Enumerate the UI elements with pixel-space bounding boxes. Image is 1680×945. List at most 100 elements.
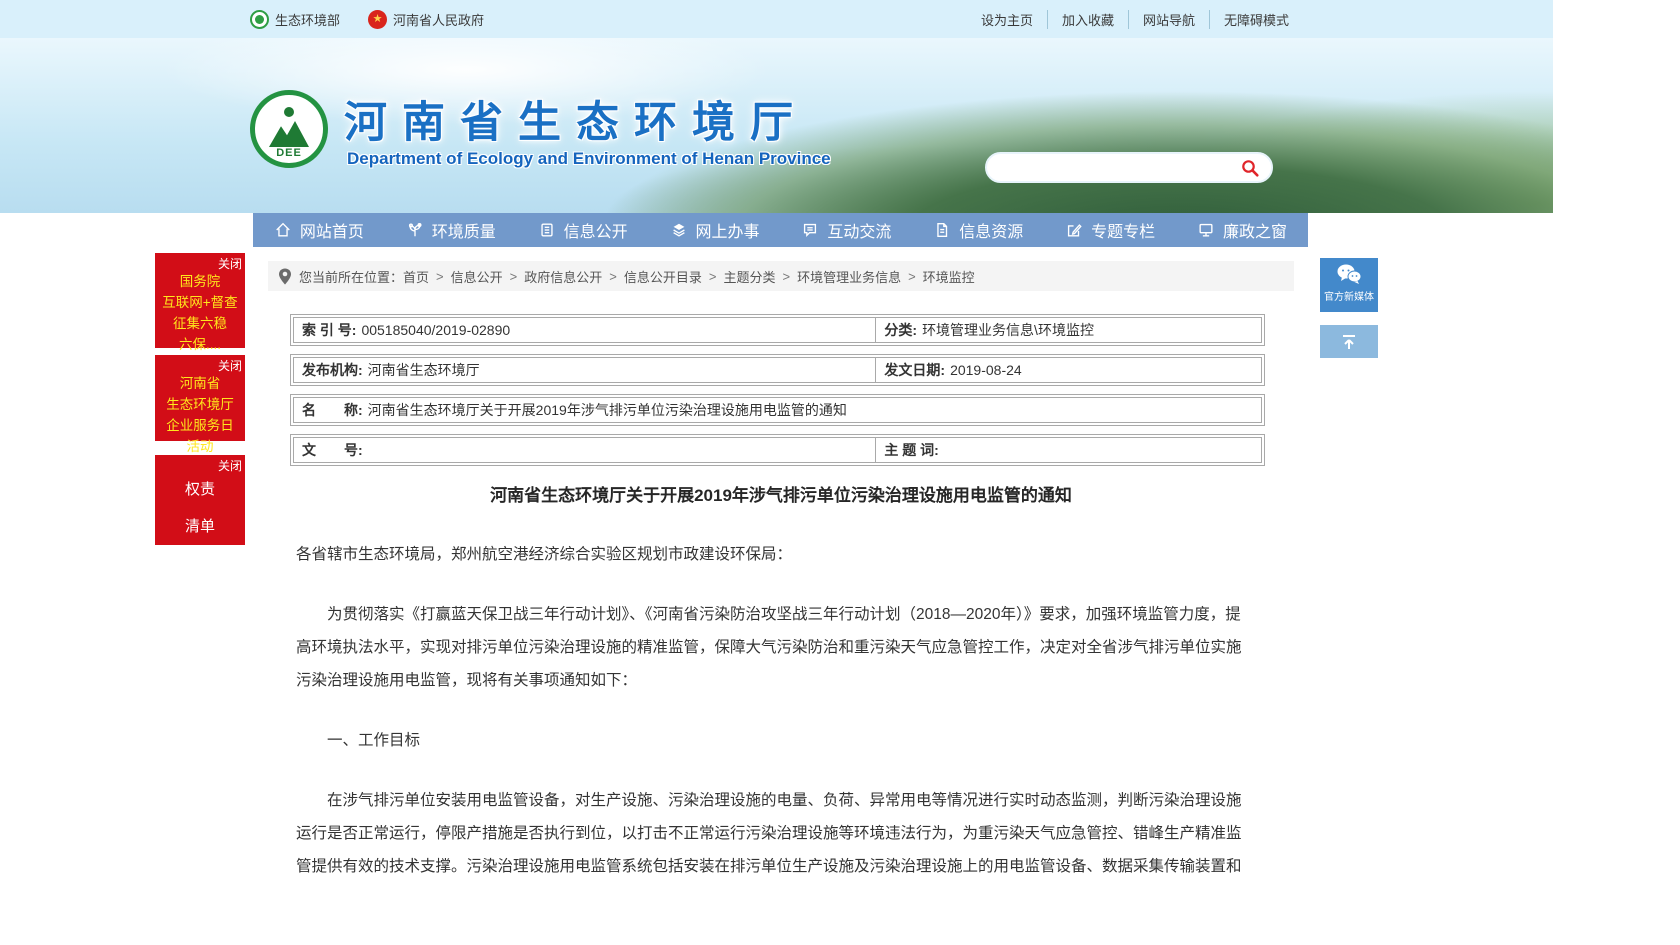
promo-line: 生态环境厅 — [155, 394, 245, 415]
meta-label: 发文日期: — [884, 360, 945, 380]
search-input[interactable] — [1001, 160, 1237, 176]
site-subtitle: Department of Ecology and Environment of… — [347, 149, 831, 169]
nav-item-env-quality[interactable]: 环境质量 — [385, 213, 517, 247]
promo-line: 互联网+督查 — [155, 292, 245, 313]
breadcrumb-item-home[interactable]: 首页 — [403, 267, 429, 286]
topbar-link-henan-gov[interactable]: 河南省人民政府 — [368, 10, 484, 29]
breadcrumb-item-catalog[interactable]: 信息公开目录 — [624, 267, 702, 286]
promo-box-service-day[interactable]: 关闭 河南省 生态环境厅 企业服务日 活动 — [155, 355, 245, 441]
set-homepage-link[interactable]: 设为主页 — [967, 10, 1048, 29]
site-title: 河南省生态环境厅 — [344, 88, 808, 150]
nav-item-integrity[interactable]: 廉政之窗 — [1176, 213, 1308, 247]
close-button[interactable]: 关闭 — [218, 255, 242, 272]
table-row: 名 称: 河南省生态环境厅关于开展2019年涉气排污单位污染治理设施用电监管的通… — [290, 394, 1265, 426]
nav-item-label: 互动交流 — [827, 218, 891, 242]
add-favorite-link[interactable]: 加入收藏 — [1048, 10, 1129, 29]
promo-line: 六保.... — [155, 334, 245, 355]
article-section-heading: 一、工作目标 — [296, 724, 1254, 757]
location-pin-icon — [278, 268, 292, 285]
page: 生态环境部 河南省人民政府 设为主页 加入收藏 网站导航 无障碍模式 DEE 河… — [0, 0, 1553, 945]
meta-issue-date: 发文日期: 2019-08-24 — [875, 358, 1261, 382]
promo-box-responsibility-list[interactable]: 关闭 权责 清单 — [155, 455, 245, 545]
topbar-link-label: 河南省人民政府 — [393, 10, 484, 29]
document-icon — [933, 221, 951, 239]
breadcrumb-separator: > — [609, 269, 617, 284]
site-map-link[interactable]: 网站导航 — [1129, 10, 1210, 29]
nav-item-label: 网上办事 — [696, 218, 760, 242]
article-body: 各省辖市生态环境局，郑州航空港经济综合实验区规划市政建设环保局： 为贯彻落实《打… — [296, 538, 1254, 885]
dee-logo-icon: DEE — [250, 90, 328, 168]
meta-document-name: 名 称: 河南省生态环境厅关于开展2019年涉气排污单位污染治理设施用电监管的通… — [294, 398, 1261, 422]
breadcrumb-separator: > — [709, 269, 717, 284]
topbar-right-links: 设为主页 加入收藏 网站导航 无障碍模式 — [967, 0, 1303, 38]
official-media-widget[interactable]: 官方新媒体 — [1320, 258, 1378, 312]
logo-figure — [284, 107, 294, 117]
meta-label: 索 引 号: — [302, 320, 356, 340]
article-paragraph: 在涉气排污单位安装用电监管设备，对生产设施、污染治理设施的电量、负荷、异常用电等… — [296, 784, 1254, 885]
site-banner: DEE 河南省生态环境厅 Department of Ecology and E… — [0, 38, 1553, 213]
topbar-link-mee[interactable]: 生态环境部 — [250, 10, 340, 29]
main-nav: 网站首页 环境质量 信息公开 网上办事 互动交流 — [253, 213, 1308, 247]
nav-item-home[interactable]: 网站首页 — [253, 213, 385, 247]
nav-item-special-topics[interactable]: 专题专栏 — [1044, 213, 1176, 247]
table-row: 发布机构: 河南省生态环境厅 发文日期: 2019-08-24 — [290, 354, 1265, 386]
accessibility-link[interactable]: 无障碍模式 — [1210, 10, 1303, 29]
breadcrumb-item-env-monitoring[interactable]: 环境监控 — [923, 267, 975, 286]
nav-item-interaction[interactable]: 互动交流 — [781, 213, 913, 247]
promo-line: 权责 — [155, 471, 245, 508]
nav-item-label: 网站首页 — [300, 218, 364, 242]
promo-box-guowuyuan[interactable]: 关闭 国务院 互联网+督查 征集六稳 六保.... — [155, 253, 245, 348]
search-icon — [1240, 158, 1260, 178]
nav-item-info-resources[interactable]: 信息资源 — [912, 213, 1044, 247]
sprout-icon — [406, 221, 424, 239]
meta-label: 文 号: — [302, 440, 363, 460]
meta-label: 主 题 词: — [884, 440, 938, 460]
meta-value: 2019-08-24 — [950, 362, 1022, 378]
breadcrumb-item-info-disclosure[interactable]: 信息公开 — [451, 267, 503, 286]
breadcrumb: 您当前所在位置： 首页 > 信息公开 > 政府信息公开 > 信息公开目录 > 主… — [268, 261, 1294, 291]
meta-label: 分类: — [884, 320, 917, 340]
promo-line: 国务院 — [155, 271, 245, 292]
nav-item-label: 信息资源 — [959, 218, 1023, 242]
article-paragraph: 为贯彻落实《打赢蓝天保卫战三年行动计划》、《河南省污染防治攻坚战三年行动计划（2… — [296, 598, 1254, 697]
nav-item-label: 信息公开 — [564, 218, 628, 242]
search-box — [985, 152, 1273, 183]
diamond-icon — [670, 221, 688, 239]
meta-value: 环境管理业务信息\环境监控 — [922, 320, 1094, 340]
back-to-top-icon — [1340, 333, 1358, 351]
table-row: 索 引 号: 005185040/2019-02890 分类: 环境管理业务信息… — [290, 314, 1265, 346]
promo-line: 企业服务日 — [155, 415, 245, 436]
breadcrumb-item-env-mgmt[interactable]: 环境管理业务信息 — [797, 267, 901, 286]
mee-logo-icon — [250, 10, 269, 29]
meta-keywords: 主 题 词: — [875, 438, 1261, 462]
gov-emblem-icon — [368, 10, 387, 29]
meta-document-number: 文 号: — [294, 438, 872, 462]
meta-issuing-agency: 发布机构: 河南省生态环境厅 — [294, 358, 872, 382]
breadcrumb-separator: > — [510, 269, 518, 284]
document-meta-table: 索 引 号: 005185040/2019-02890 分类: 环境管理业务信息… — [290, 314, 1265, 474]
meta-value: 河南省生态环境厅 — [368, 360, 480, 380]
close-button[interactable]: 关闭 — [218, 457, 242, 474]
monitor-icon — [1197, 221, 1215, 239]
article-paragraph: 各省辖市生态环境局，郑州航空港经济综合实验区规划市政建设环保局： — [296, 538, 1254, 571]
logo-mountains — [269, 121, 309, 147]
home-icon — [274, 221, 292, 239]
promo-line: 河南省 — [155, 373, 245, 394]
official-media-label: 官方新媒体 — [1324, 288, 1374, 303]
table-row: 文 号: 主 题 词: — [290, 434, 1265, 466]
meta-value: 河南省生态环境厅关于开展2019年涉气排污单位污染治理设施用电监管的通知 — [368, 400, 847, 420]
breadcrumb-item-topic[interactable]: 主题分类 — [723, 267, 775, 286]
edit-icon — [1065, 221, 1083, 239]
close-button[interactable]: 关闭 — [218, 357, 242, 374]
breadcrumb-prefix: 您当前所在位置： — [299, 267, 403, 286]
search-button[interactable] — [1237, 155, 1263, 181]
breadcrumb-separator: > — [436, 269, 444, 284]
back-to-top-button[interactable] — [1320, 325, 1378, 358]
nav-item-online-services[interactable]: 网上办事 — [649, 213, 781, 247]
meta-category: 分类: 环境管理业务信息\环境监控 — [875, 318, 1261, 342]
breadcrumb-item-gov-info[interactable]: 政府信息公开 — [524, 267, 602, 286]
promo-line: 活动 — [155, 436, 245, 457]
nav-item-info-disclosure[interactable]: 信息公开 — [517, 213, 649, 247]
page-title: 河南省生态环境厅关于开展2019年涉气排污单位污染治理设施用电监管的通知 — [268, 481, 1294, 506]
meta-index-number: 索 引 号: 005185040/2019-02890 — [294, 318, 872, 342]
